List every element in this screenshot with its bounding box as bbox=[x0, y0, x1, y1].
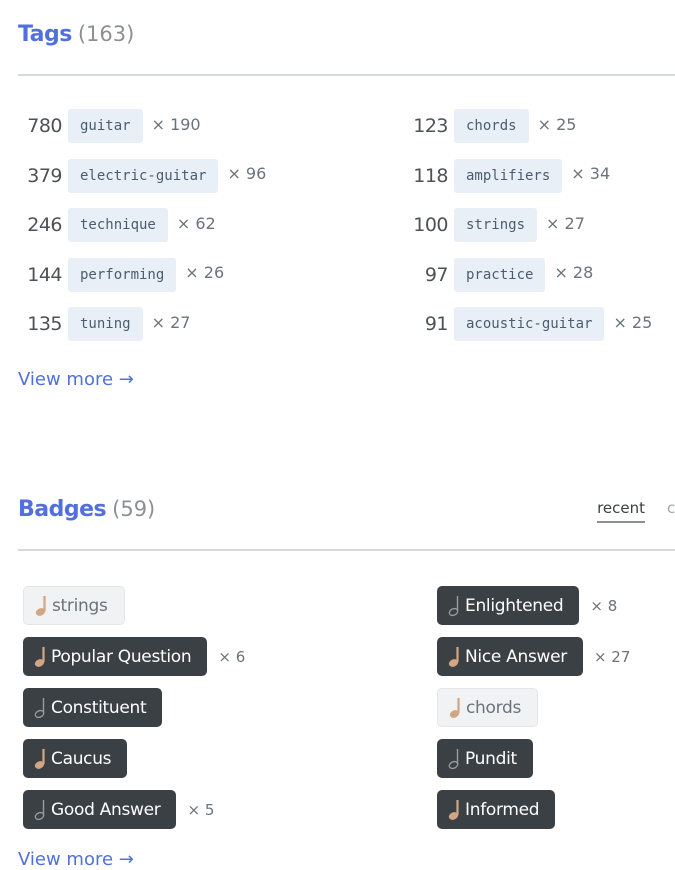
badge-name: Caucus bbox=[51, 748, 112, 769]
tag-score: 246 bbox=[27, 214, 62, 236]
badge-row: Nice Answer × 27 bbox=[437, 637, 630, 676]
badge-row: Enlightened × 8 bbox=[437, 586, 617, 625]
badge-row: Good Answer × 5 bbox=[23, 790, 214, 829]
tag-score: 135 bbox=[27, 313, 62, 335]
badge-chip[interactable]: Good Answer bbox=[23, 790, 177, 829]
badge-chip[interactable]: chords bbox=[437, 688, 539, 727]
tags-header: Tags (163) bbox=[18, 22, 675, 47]
badges-header: Badges (59) bbox=[18, 497, 675, 522]
tag-post-count: × 190 bbox=[151, 114, 201, 134]
badges-title-link[interactable]: Badges bbox=[18, 497, 107, 522]
tag-row: 246 technique × 62 bbox=[18, 207, 216, 243]
badge-award-count: × 6 bbox=[218, 647, 246, 666]
badge-chip[interactable]: Pundit bbox=[437, 739, 533, 778]
badge-chip[interactable]: Popular Question bbox=[23, 637, 208, 676]
tag-chip[interactable]: practice bbox=[454, 257, 546, 292]
silver-badge-icon bbox=[448, 748, 459, 769]
tag-post-count: × 27 bbox=[151, 312, 191, 332]
badge-chip[interactable]: Informed bbox=[437, 790, 556, 829]
silver-badge-icon bbox=[448, 595, 459, 616]
badge-chip[interactable]: Caucus bbox=[23, 739, 128, 778]
tag-post-count: × 28 bbox=[554, 263, 594, 282]
tag-row: 144 performing × 26 bbox=[18, 257, 224, 293]
tags-view-more-link[interactable]: View more → bbox=[18, 369, 134, 390]
badge-name: Constituent bbox=[51, 697, 147, 718]
tag-post-count: × 26 bbox=[185, 263, 225, 282]
tab-recent[interactable]: recent bbox=[597, 499, 645, 523]
bronze-badge-icon bbox=[449, 697, 460, 718]
tag-row: 379 electric-guitar × 96 bbox=[18, 158, 266, 194]
badge-name: Popular Question bbox=[51, 646, 192, 667]
tag-row: 100 strings × 27 bbox=[404, 207, 585, 243]
badge-row: Pundit bbox=[437, 739, 533, 778]
tag-post-count: × 34 bbox=[571, 164, 611, 183]
tag-score: 97 bbox=[424, 263, 449, 286]
silver-badge-icon bbox=[34, 697, 45, 718]
tag-chip[interactable]: guitar bbox=[68, 109, 143, 143]
bronze-badge-icon bbox=[34, 748, 45, 769]
badge-chip[interactable]: strings bbox=[23, 586, 125, 625]
badge-row: chords bbox=[437, 688, 539, 727]
tag-row: 780 guitar × 190 bbox=[18, 108, 201, 144]
tag-post-count: × 25 bbox=[613, 312, 653, 332]
tag-chip[interactable]: technique bbox=[68, 208, 168, 242]
badge-name: Enlightened bbox=[465, 595, 564, 616]
badge-name: Good Answer bbox=[51, 799, 161, 820]
bronze-badge-icon bbox=[35, 595, 46, 616]
badge-award-count: × 27 bbox=[593, 647, 631, 666]
badge-row: Popular Question × 6 bbox=[23, 637, 245, 676]
badges-count: (59) bbox=[112, 497, 156, 521]
tag-chip[interactable]: amplifiers bbox=[454, 158, 563, 193]
badge-row: Caucus bbox=[23, 739, 128, 778]
tag-row: 97 practice × 28 bbox=[404, 257, 593, 293]
tag-chip[interactable]: performing bbox=[68, 257, 177, 292]
tag-chip[interactable]: acoustic-guitar bbox=[454, 307, 605, 341]
tag-score: 379 bbox=[27, 164, 62, 187]
tag-post-count: × 25 bbox=[537, 114, 577, 134]
tag-post-count: × 96 bbox=[227, 164, 267, 183]
badge-name: Pundit bbox=[465, 748, 517, 769]
tag-chip[interactable]: strings bbox=[454, 208, 538, 242]
tags-divider bbox=[18, 74, 675, 76]
badge-chip[interactable]: Enlightened bbox=[437, 586, 580, 625]
badge-row: Constituent bbox=[23, 688, 163, 727]
tag-score: 118 bbox=[413, 164, 448, 187]
badge-name: Informed bbox=[465, 799, 540, 820]
badges-view-more-link[interactable]: View more → bbox=[18, 849, 134, 870]
tag-row: 91 acoustic-guitar × 25 bbox=[404, 306, 652, 342]
tag-row: 135 tuning × 27 bbox=[18, 306, 190, 342]
tag-row: 123 chords × 25 bbox=[404, 108, 576, 144]
badge-name: Nice Answer bbox=[465, 646, 567, 667]
badge-name: strings bbox=[52, 595, 108, 616]
bronze-badge-icon bbox=[448, 799, 459, 820]
badge-chip[interactable]: Constituent bbox=[23, 688, 163, 727]
silver-badge-icon bbox=[34, 799, 45, 820]
tag-post-count: × 62 bbox=[176, 213, 216, 233]
tags-count: (163) bbox=[77, 22, 135, 46]
tag-chip[interactable]: electric-guitar bbox=[68, 158, 219, 193]
badge-chip[interactable]: Nice Answer bbox=[437, 637, 583, 676]
badge-row: Informed bbox=[437, 790, 556, 829]
tag-chip[interactable]: tuning bbox=[68, 307, 143, 341]
bronze-badge-icon bbox=[34, 646, 45, 667]
tag-row: 118 amplifiers × 34 bbox=[404, 158, 610, 194]
badge-name: chords bbox=[466, 697, 522, 718]
badges-divider bbox=[18, 549, 675, 551]
badge-row: strings bbox=[23, 586, 125, 625]
tags-title-link[interactable]: Tags bbox=[18, 22, 72, 47]
tab-next-partial[interactable]: c bbox=[667, 499, 675, 523]
badge-award-count: × 5 bbox=[187, 800, 215, 819]
tag-score: 91 bbox=[424, 313, 449, 335]
tag-post-count: × 27 bbox=[546, 213, 585, 233]
tag-score: 123 bbox=[413, 115, 448, 137]
tag-score: 100 bbox=[413, 214, 448, 236]
badges-sort-tabs: recent c bbox=[597, 499, 675, 523]
tag-chip[interactable]: chords bbox=[454, 109, 529, 143]
tag-score: 144 bbox=[27, 263, 62, 286]
bronze-badge-icon bbox=[448, 646, 459, 667]
badge-award-count: × 8 bbox=[590, 596, 618, 615]
tag-score: 780 bbox=[27, 115, 62, 137]
